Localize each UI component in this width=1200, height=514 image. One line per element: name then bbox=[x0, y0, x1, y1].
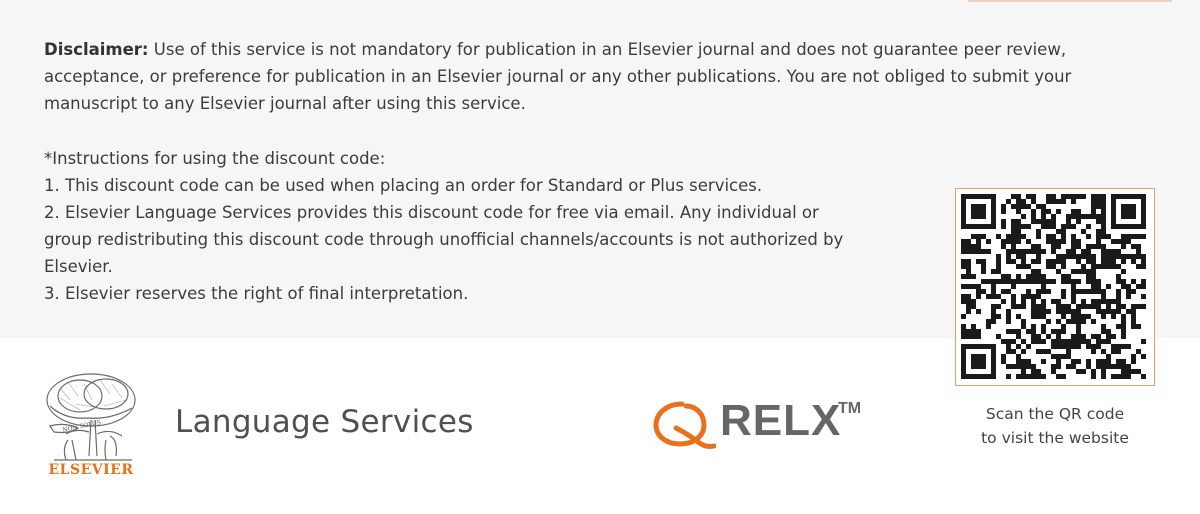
product-name: Language Services bbox=[175, 404, 474, 440]
qr-caption-line-2: to visit the website bbox=[981, 429, 1129, 447]
top-accent-bar bbox=[968, 0, 1172, 2]
disclaimer-label: Disclaimer: bbox=[44, 40, 149, 59]
qr-caption-line-1: Scan the QR code bbox=[985, 405, 1125, 423]
instruction-item-3: 3. Elsevier reserves the right of final … bbox=[44, 284, 469, 303]
qr-caption: Scan the QR code to visit the website bbox=[955, 402, 1155, 450]
relx-q-logo-icon bbox=[653, 401, 716, 449]
disclaimer-text: Disclaimer: Use of this service is not m… bbox=[44, 36, 1154, 117]
instruction-item-1: 1. This discount code can be used when p… bbox=[44, 176, 763, 195]
qr-code-icon bbox=[961, 194, 1146, 379]
relx-trademark: TM bbox=[838, 400, 862, 417]
disclaimer-body: Use of this service is not mandatory for… bbox=[44, 40, 1072, 113]
relx-wordmark: RELX bbox=[720, 396, 842, 445]
instruction-item-2: 2. Elsevier Language Services provides t… bbox=[44, 203, 844, 276]
instructions-heading: *Instructions for using the discount cod… bbox=[44, 149, 386, 168]
qr-code[interactable] bbox=[955, 188, 1155, 386]
elsevier-wordmark: ELSEVIER bbox=[48, 462, 134, 478]
discount-instructions: *Instructions for using the discount cod… bbox=[44, 145, 844, 307]
